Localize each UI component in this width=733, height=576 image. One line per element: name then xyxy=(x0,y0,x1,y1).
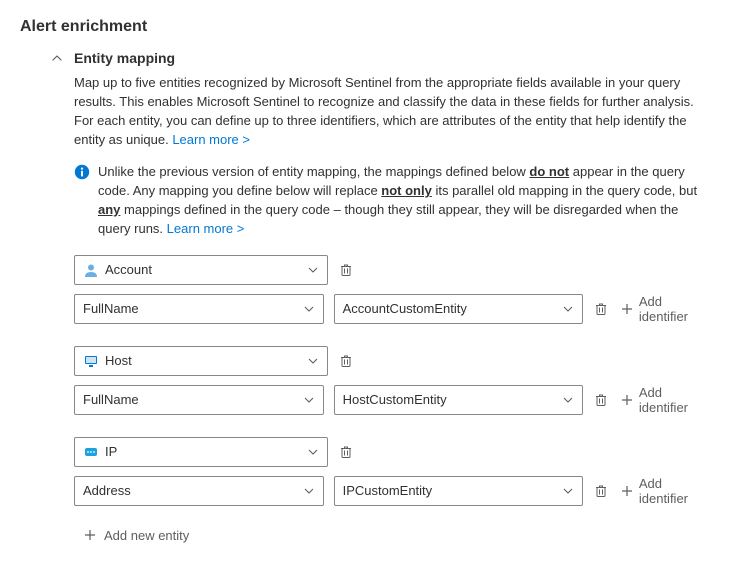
entity-block-ip: IP Address IPCustomEntity xyxy=(74,437,713,506)
delete-entity-button[interactable] xyxy=(338,353,354,369)
description-text: Map up to five entities recognized by Mi… xyxy=(74,74,713,149)
learn-more-link-2[interactable]: Learn more > xyxy=(167,221,245,236)
add-identifier-button[interactable]: Add identifier xyxy=(619,476,713,506)
ip-icon xyxy=(83,444,99,460)
chevron-down-icon xyxy=(562,395,574,405)
info-banner: Unlike the previous version of entity ma… xyxy=(74,163,713,238)
entity-type-dropdown[interactable]: Host xyxy=(74,346,328,376)
identifier-dropdown[interactable]: FullName xyxy=(74,385,324,415)
entity-type-dropdown[interactable]: IP xyxy=(74,437,328,467)
identifier-dropdown[interactable]: Address xyxy=(74,476,324,506)
delete-identifier-button[interactable] xyxy=(593,483,609,499)
add-identifier-button[interactable]: Add identifier xyxy=(619,385,713,415)
chevron-up-icon xyxy=(50,51,64,65)
chevron-down-icon xyxy=(303,486,315,496)
page-title: Alert enrichment xyxy=(20,18,713,36)
target-field-dropdown[interactable]: IPCustomEntity xyxy=(334,476,584,506)
target-field-dropdown[interactable]: HostCustomEntity xyxy=(334,385,584,415)
delete-identifier-button[interactable] xyxy=(593,392,609,408)
info-icon xyxy=(74,164,90,180)
add-identifier-button[interactable]: Add identifier xyxy=(619,294,713,324)
add-new-entity-button[interactable]: Add new entity xyxy=(84,528,713,543)
account-icon xyxy=(83,262,99,278)
entity-block-account: Account FullName AccountCustomEntity xyxy=(74,255,713,324)
delete-entity-button[interactable] xyxy=(338,262,354,278)
target-field-dropdown[interactable]: AccountCustomEntity xyxy=(334,294,584,324)
chevron-down-icon xyxy=(307,265,319,275)
identifier-dropdown[interactable]: FullName xyxy=(74,294,324,324)
section-title: Entity mapping xyxy=(74,50,175,66)
plus-icon xyxy=(621,394,633,406)
chevron-down-icon xyxy=(303,395,315,405)
delete-entity-button[interactable] xyxy=(338,444,354,460)
plus-icon xyxy=(621,303,633,315)
section-entity-mapping-toggle[interactable]: Entity mapping xyxy=(50,50,713,66)
chevron-down-icon xyxy=(562,304,574,314)
learn-more-link-1[interactable]: Learn more > xyxy=(172,132,250,147)
entity-type-dropdown[interactable]: Account xyxy=(74,255,328,285)
entity-block-host: Host FullName HostCustomEntity xyxy=(74,346,713,415)
plus-icon xyxy=(621,485,633,497)
plus-icon xyxy=(84,529,96,541)
chevron-down-icon xyxy=(307,356,319,366)
delete-identifier-button[interactable] xyxy=(593,301,609,317)
chevron-down-icon xyxy=(562,486,574,496)
chevron-down-icon xyxy=(303,304,315,314)
chevron-down-icon xyxy=(307,447,319,457)
host-icon xyxy=(83,353,99,369)
